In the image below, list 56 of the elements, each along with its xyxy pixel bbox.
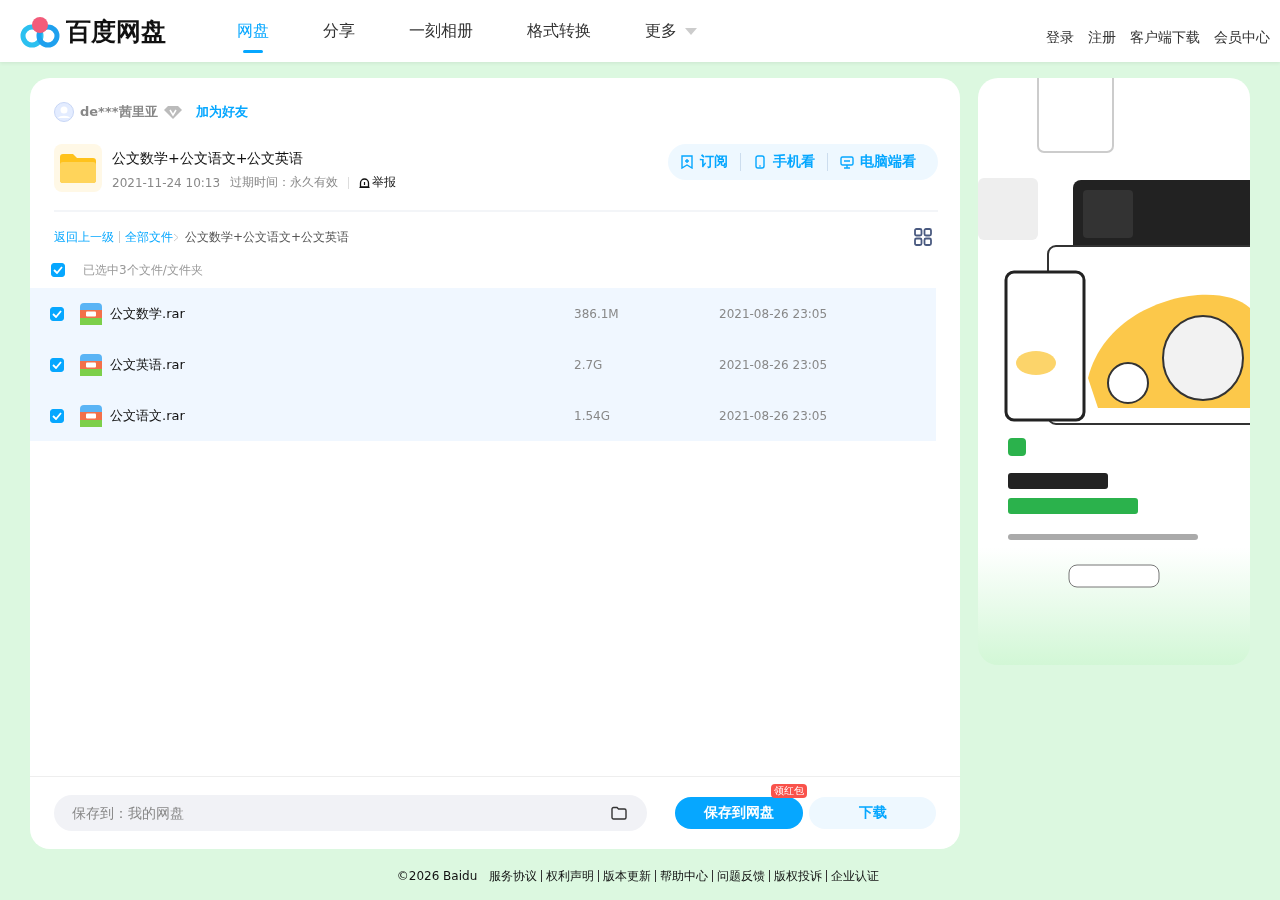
report-link[interactable]: 举报 (359, 174, 397, 191)
file-size: 2.7G (574, 357, 604, 372)
file-date: 2021-08-26 23:05 (719, 357, 828, 372)
grid-view-icon[interactable] (914, 228, 932, 246)
file-row[interactable]: 公文英语.rar 2.7G 2021-08-26 23:05 (30, 339, 936, 390)
file-size: 1.54G (574, 408, 612, 423)
archive-icon (80, 353, 102, 376)
checkbox[interactable] (50, 408, 64, 423)
file-name: 公文语文.rar (110, 406, 186, 425)
file-row[interactable]: 公文数学.rar 386.1M 2021-08-26 23:05 (30, 288, 936, 339)
nav-tab[interactable]: 一刻相册 (382, 0, 500, 62)
footer-link[interactable]: 权利声明 (541, 870, 599, 882)
share-date: 2021-11-24 10:13 (112, 175, 221, 190)
footer-link[interactable]: 版本更新 (598, 870, 656, 882)
footer-link[interactable]: 企业认证 (826, 870, 884, 882)
header-link[interactable]: 注册 (1088, 29, 1116, 47)
selection-count: 已选中3个文件/文件夹 (83, 261, 203, 279)
user-name: de***茜里亚 (80, 103, 158, 121)
checkbox[interactable] (50, 357, 64, 372)
expiry-text: 过期时间：永久有效 (230, 174, 339, 191)
file-date: 2021-08-26 23:05 (719, 306, 828, 321)
monitor-icon (840, 155, 854, 169)
copyright-text: ©2026 Baidu (396, 869, 478, 883)
checkbox[interactable] (50, 306, 64, 321)
logo-text: 百度网盘 (66, 15, 166, 48)
file-name: 公文数学.rar (110, 304, 186, 323)
save-path-field[interactable]: 保存到：我的网盘 (54, 795, 647, 831)
header-link[interactable]: 登录 (1046, 29, 1074, 47)
current-folder: 公文数学+公文语文+公文英语 (185, 228, 350, 246)
chevron-icon (173, 232, 179, 242)
file-row[interactable]: 公文语文.rar 1.54G 2021-08-26 23:05 (30, 390, 936, 441)
folder-icon[interactable] (611, 806, 627, 820)
avatar-icon (54, 102, 74, 122)
archive-icon (80, 302, 102, 325)
folder-drawing (60, 153, 96, 183)
promo-badge: 领红包 (771, 784, 807, 798)
nav-tab[interactable]: 分享 (296, 0, 382, 62)
phone-icon (753, 155, 767, 169)
footer-link[interactable]: 版权投诉 (769, 870, 827, 882)
bookmark-icon (680, 155, 694, 169)
file-name: 公文英语.rar (110, 355, 186, 374)
cloud-logo-icon (20, 14, 60, 48)
header-link[interactable]: 客户端下载 (1130, 29, 1200, 47)
nav-tab[interactable]: 更多 (618, 0, 724, 62)
footer-link[interactable]: 帮助中心 (655, 870, 713, 882)
footer-link[interactable]: 服务协议 (485, 870, 542, 882)
share-title: 公文数学+公文语文+公文英语 (112, 150, 305, 168)
footer-link[interactable]: 问题反馈 (712, 870, 770, 882)
file-date: 2021-08-26 23:05 (719, 408, 828, 423)
header-link[interactable]: 会员中心 (1214, 29, 1270, 47)
alarm-icon (359, 177, 371, 188)
file-size: 386.1M (574, 306, 620, 321)
archive-icon (80, 404, 102, 427)
checkbox[interactable] (51, 263, 65, 277)
nav-tab[interactable]: 格式转换 (500, 0, 618, 62)
diamond-icon (163, 105, 182, 119)
